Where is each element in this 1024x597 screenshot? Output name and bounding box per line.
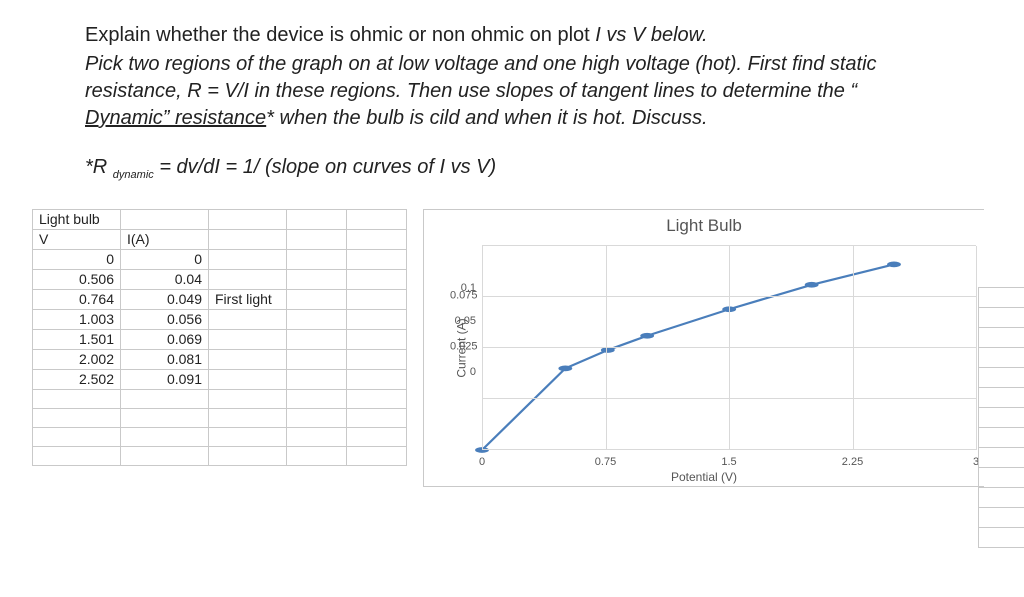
table-row: 0.5060.04 xyxy=(33,269,407,289)
prompt-line1a: Explain whether the device is ohmic or n… xyxy=(85,24,595,46)
cell-note xyxy=(209,329,287,349)
table-row: 2.0020.081 xyxy=(33,349,407,369)
cell-note xyxy=(209,309,287,329)
table-row xyxy=(33,408,407,427)
cell-note: First light xyxy=(209,289,287,309)
chart-title: Light Bulb xyxy=(424,216,984,236)
table-row: 1.5010.069 xyxy=(33,329,407,349)
cell-note xyxy=(209,249,287,269)
cell-v: 0.506 xyxy=(33,269,121,289)
chart-point xyxy=(601,347,615,353)
cell-note xyxy=(209,369,287,389)
col-header-v: V xyxy=(33,229,121,249)
cell-i: 0.091 xyxy=(121,369,209,389)
table-row xyxy=(33,389,407,408)
chart-point xyxy=(805,282,819,288)
content-row: Light bulb V I(A) 000.5060.040.7640.049F… xyxy=(40,209,984,487)
prompt-line2a: Pick two regions of the graph on at low … xyxy=(85,53,877,102)
chart: Light Bulb Current (A) Potential (V) 00.… xyxy=(423,209,984,487)
table-row xyxy=(33,446,407,465)
chart-xtick: 1.5 xyxy=(721,456,736,468)
table-row: 0.7640.049First light xyxy=(33,289,407,309)
chart-xlabel: Potential (V) xyxy=(424,470,984,484)
chart-ytick: 0.05 xyxy=(450,315,476,381)
chart-line xyxy=(482,264,894,450)
prompt-eq-sub: dynamic xyxy=(113,169,154,181)
table-row: 1.0030.056 xyxy=(33,309,407,329)
table-row xyxy=(33,427,407,446)
edge-grid xyxy=(978,288,1024,548)
chart-point xyxy=(558,365,572,371)
cell-note xyxy=(209,349,287,369)
chart-point xyxy=(887,261,901,267)
chart-xtick: 2.25 xyxy=(842,456,863,468)
chart-point xyxy=(640,333,654,339)
table-row: 00 xyxy=(33,249,407,269)
cell-i: 0 xyxy=(121,249,209,269)
prompt-eq-b: = dv/dI = 1/ (slope on curves of I vs V) xyxy=(154,156,496,178)
cell-v: 2.002 xyxy=(33,349,121,369)
prompt-line1b: I vs V below. xyxy=(595,24,707,46)
table-row: 2.5020.091 xyxy=(33,369,407,389)
question-prompt: Explain whether the device is ohmic or n… xyxy=(85,22,945,183)
data-table: Light bulb V I(A) 000.5060.040.7640.049F… xyxy=(32,209,407,466)
cell-i: 0.081 xyxy=(121,349,209,369)
page: Explain whether the device is ohmic or n… xyxy=(0,0,1024,597)
chart-plot-area: 00.0250.050.0750.100.751.52.253 xyxy=(482,246,976,450)
cell-i: 0.049 xyxy=(121,289,209,309)
prompt-dynamic-resistance: Dynamic” resistance xyxy=(85,107,266,129)
prompt-line2c: * when the bulb is cild and when it is h… xyxy=(266,107,707,129)
cell-v: 0 xyxy=(33,249,121,269)
chart-xtick: 0 xyxy=(479,456,485,468)
table-row: V I(A) xyxy=(33,229,407,249)
table-title: Light bulb xyxy=(33,209,121,229)
cell-i: 0.056 xyxy=(121,309,209,329)
prompt-eq-a: *R xyxy=(85,156,113,178)
cell-v: 0.764 xyxy=(33,289,121,309)
table-row: Light bulb xyxy=(33,209,407,229)
cell-i: 0.04 xyxy=(121,269,209,289)
cell-note xyxy=(209,269,287,289)
cell-v: 1.501 xyxy=(33,329,121,349)
chart-xtick: 0.75 xyxy=(595,456,616,468)
cell-v: 2.502 xyxy=(33,369,121,389)
cell-v: 1.003 xyxy=(33,309,121,329)
cell-i: 0.069 xyxy=(121,329,209,349)
col-header-i: I(A) xyxy=(121,229,209,249)
